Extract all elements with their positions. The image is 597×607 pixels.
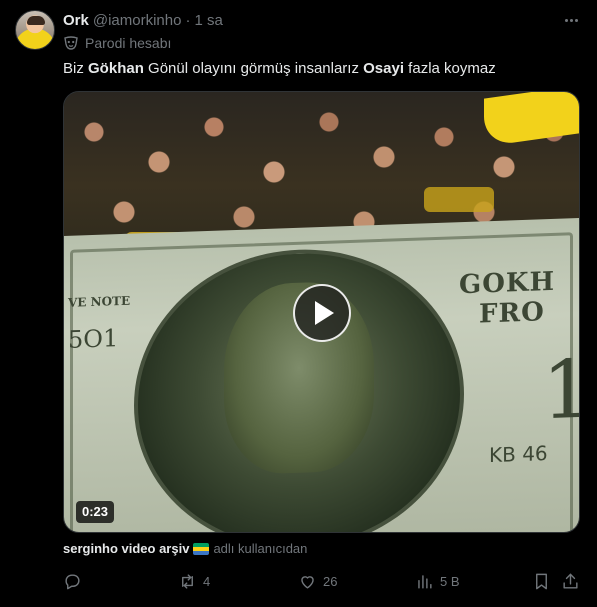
parody-text: Parodi hesabı — [85, 35, 172, 51]
text-bold-gokhan: Gökhan — [88, 60, 144, 77]
separator-dot: · — [185, 11, 191, 29]
heart-icon — [301, 575, 314, 589]
author-handle[interactable]: @iamorkinho — [93, 12, 182, 29]
bookmark-icon — [536, 573, 547, 589]
source-suffix: adlı kullanıcıdan — [213, 541, 308, 556]
action-bar: 4 26 5 B — [63, 570, 580, 592]
author-name[interactable]: Ork — [63, 12, 89, 29]
more-options-icon[interactable] — [561, 10, 581, 30]
views-button[interactable]: 5 B — [415, 570, 460, 592]
video-source[interactable]: serginho video arşiv adlı kullanıcıdan — [63, 541, 307, 556]
play-button[interactable] — [293, 284, 351, 342]
text-part-1: Biz — [63, 60, 89, 77]
retweet-icon — [182, 573, 193, 589]
tweet-text: Biz Gökhan Gönül olayını görmüş insanlar… — [63, 59, 496, 79]
like-button[interactable]: 26 — [298, 570, 337, 592]
text-part-3: fazla koymaz — [404, 60, 496, 77]
timestamp[interactable]: 1 sa — [194, 12, 222, 29]
note-text-kb: KB 46 — [489, 441, 548, 468]
tweet-header: Ork @iamorkinho · 1 sa — [63, 11, 223, 29]
play-icon — [315, 301, 334, 325]
note-text-gok: GOKH — [459, 266, 556, 301]
reply-button[interactable] — [63, 570, 88, 592]
note-text-serial: 5O1 — [68, 324, 119, 354]
source-name[interactable]: serginho video arşiv — [63, 541, 189, 556]
note-text-ve: VE NOTE — [68, 293, 131, 310]
avatar[interactable] — [15, 10, 55, 50]
reply-icon — [65, 573, 80, 589]
gabon-flag-icon — [193, 542, 210, 555]
text-bold-osayi: Osayi — [363, 60, 405, 77]
tweet[interactable]: Ork @iamorkinho · 1 sa Parodi hesabı Biz… — [0, 0, 597, 607]
video-duration: 0:23 — [76, 501, 115, 523]
text-part-2: Gönül olayını görmüş insanlarız — [143, 60, 364, 77]
bookmark-button[interactable] — [532, 570, 551, 592]
retweet-count: 4 — [203, 573, 211, 589]
retweet-button[interactable]: 4 — [178, 570, 210, 592]
note-text-denomination: 1 — [542, 342, 580, 438]
views-count: 5 B — [440, 573, 460, 589]
avatar-hair — [27, 16, 45, 25]
note-text-fro: FRO — [479, 297, 545, 330]
parody-mask-icon — [64, 36, 78, 50]
share-button[interactable] — [561, 570, 580, 592]
video-player[interactable]: GOKH FRO VE NOTE 5O1 1 KB 46 0:23 — [63, 91, 580, 533]
parody-label: Parodi hesabı — [63, 35, 171, 51]
share-icon — [563, 573, 578, 589]
like-count: 26 — [323, 573, 338, 589]
views-chart-icon — [418, 574, 432, 589]
banknote-banner: GOKH FRO VE NOTE 5O1 1 KB 46 — [64, 218, 580, 532]
